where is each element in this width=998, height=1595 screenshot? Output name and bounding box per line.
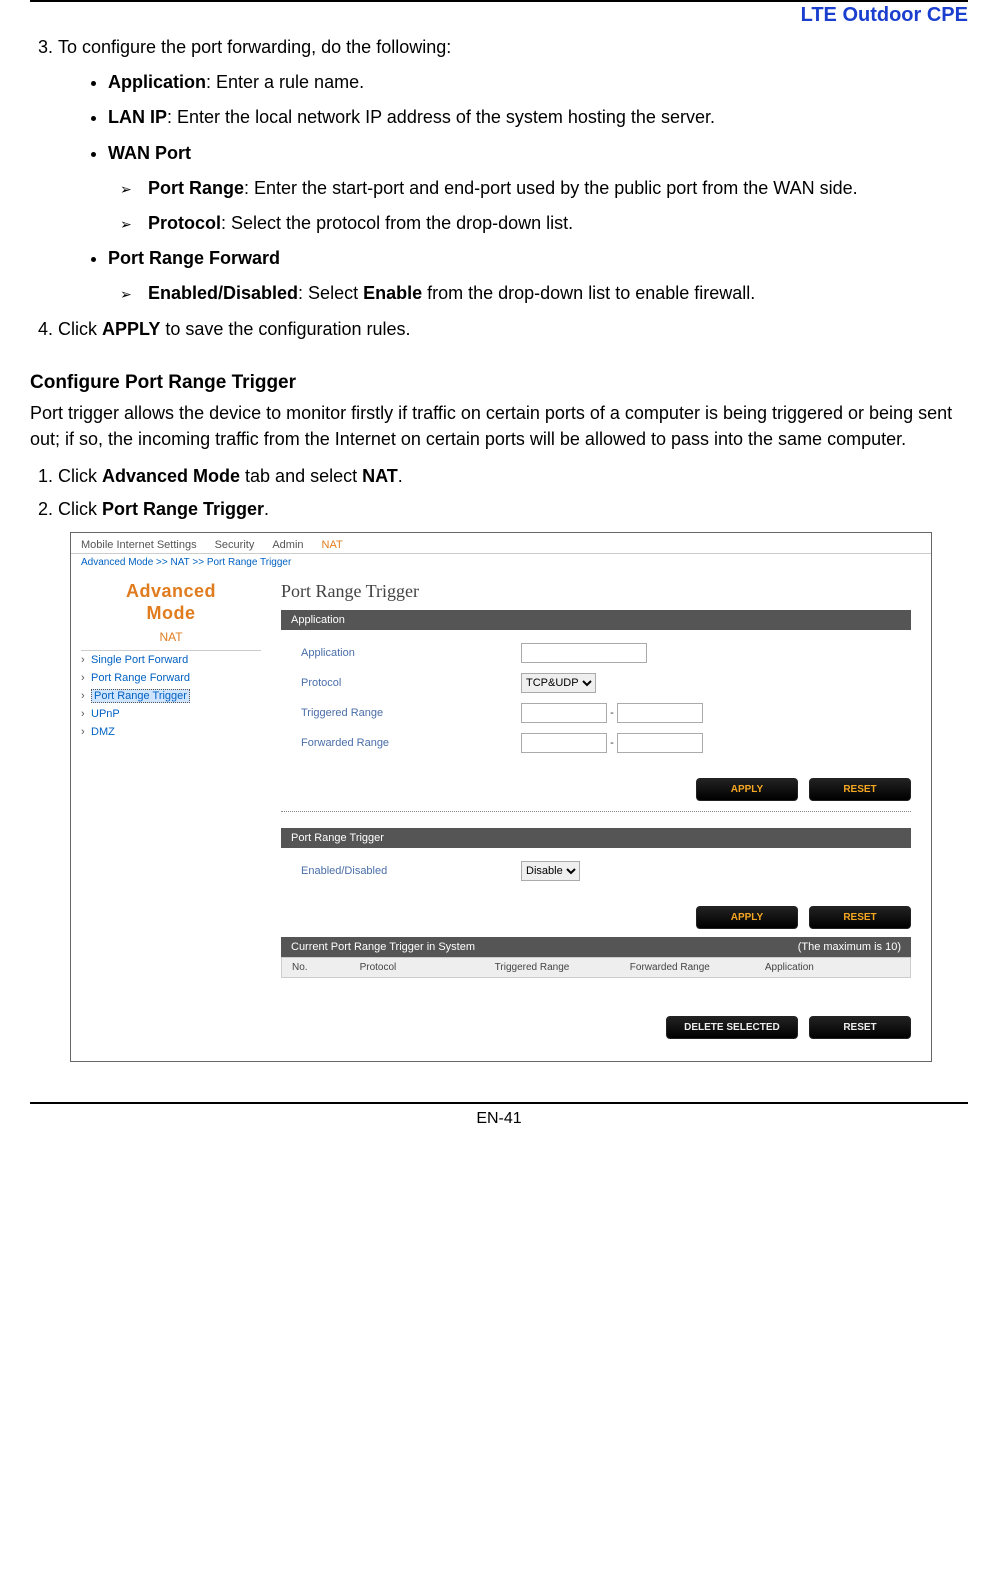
arrow-enabled: Enabled/Disabled: Select Enable from the… xyxy=(148,281,968,306)
trigger-paragraph: Port trigger allows the device to monito… xyxy=(30,400,968,452)
col-protocol: Protocol xyxy=(360,962,495,973)
bullet-lan-ip: LAN IP: Enter the local network IP addre… xyxy=(108,105,968,130)
table-head: Current Port Range Trigger in System (Th… xyxy=(281,937,911,957)
sidebar-item-upnp[interactable]: UPnP xyxy=(81,705,261,723)
page-number: EN-41 xyxy=(30,1110,968,1128)
panel-application-head: Application xyxy=(281,610,911,630)
section-heading: Configure Port Range Trigger xyxy=(30,372,968,394)
sidebar: Advanced Mode NAT Single Port Forward Po… xyxy=(71,571,271,1061)
col-triggered: Triggered Range xyxy=(495,962,630,973)
tab-mobile-internet[interactable]: Mobile Internet Settings xyxy=(81,539,197,551)
col-application: Application xyxy=(765,962,900,973)
breadcrumb: Advanced Mode >> NAT >> Port Range Trigg… xyxy=(71,554,931,571)
range-separator: - xyxy=(610,737,614,749)
range-separator: - xyxy=(610,707,614,719)
input-application[interactable] xyxy=(521,643,647,663)
step-4: Click APPLY to save the configuration ru… xyxy=(58,317,968,342)
bullet-application: Application: Enter a rule name. xyxy=(108,70,968,95)
tab-admin[interactable]: Admin xyxy=(272,539,303,551)
bullet-port-range-forward: Port Range Forward Enabled/Disabled: Sel… xyxy=(108,246,968,306)
tab-nat[interactable]: NAT xyxy=(322,539,343,551)
col-forwarded: Forwarded Range xyxy=(630,962,765,973)
sidebar-item-dmz[interactable]: DMZ xyxy=(81,723,261,741)
trigger-step-2: Click Port Range Trigger. xyxy=(58,497,968,522)
arrow-port-range: Port Range: Enter the start-port and end… xyxy=(148,176,968,201)
apply-button[interactable]: APPLY xyxy=(696,778,798,801)
label-application: Application xyxy=(281,647,521,659)
input-triggered-start[interactable] xyxy=(521,703,607,723)
document-title: LTE Outdoor CPE xyxy=(30,4,968,27)
panel-trigger-head: Port Range Trigger xyxy=(281,828,911,848)
bullet-wan-port: WAN Port Port Range: Enter the start-por… xyxy=(108,141,968,237)
reset-button-2[interactable]: RESET xyxy=(809,906,911,929)
sidebar-nat-label: NAT xyxy=(81,630,261,644)
reset-button[interactable]: RESET xyxy=(809,778,911,801)
select-enabled[interactable]: Disable xyxy=(521,861,580,881)
sidebar-title: Advanced Mode xyxy=(81,581,261,624)
input-triggered-end[interactable] xyxy=(617,703,703,723)
delete-selected-button[interactable]: DELETE SELECTED xyxy=(666,1016,798,1039)
input-forwarded-start[interactable] xyxy=(521,733,607,753)
content-title: Port Range Trigger xyxy=(281,581,911,602)
tab-security[interactable]: Security xyxy=(215,539,255,551)
embedded-screenshot: Mobile Internet Settings Security Admin … xyxy=(70,532,932,1062)
reset-button-3[interactable]: RESET xyxy=(809,1016,911,1039)
tab-bar: Mobile Internet Settings Security Admin … xyxy=(71,533,931,554)
select-protocol[interactable]: TCP&UDP xyxy=(521,673,596,693)
col-no: No. xyxy=(292,962,360,973)
arrow-protocol: Protocol: Select the protocol from the d… xyxy=(148,211,968,236)
sidebar-item-port-range-forward[interactable]: Port Range Forward xyxy=(81,669,261,687)
sidebar-item-single-port-forward[interactable]: Single Port Forward xyxy=(81,651,261,669)
label-enabled-disabled: Enabled/Disabled xyxy=(281,865,521,877)
trigger-step-1: Click Advanced Mode tab and select NAT. xyxy=(58,464,968,489)
input-forwarded-end[interactable] xyxy=(617,733,703,753)
label-protocol: Protocol xyxy=(281,677,521,689)
apply-button-2[interactable]: APPLY xyxy=(696,906,798,929)
table-columns: No. Protocol Triggered Range Forwarded R… xyxy=(281,957,911,978)
sidebar-item-port-range-trigger[interactable]: Port Range Trigger xyxy=(81,687,261,705)
label-triggered-range: Triggered Range xyxy=(281,707,521,719)
label-forwarded-range: Forwarded Range xyxy=(281,737,521,749)
step-3: To configure the port forwarding, do the… xyxy=(58,35,968,307)
